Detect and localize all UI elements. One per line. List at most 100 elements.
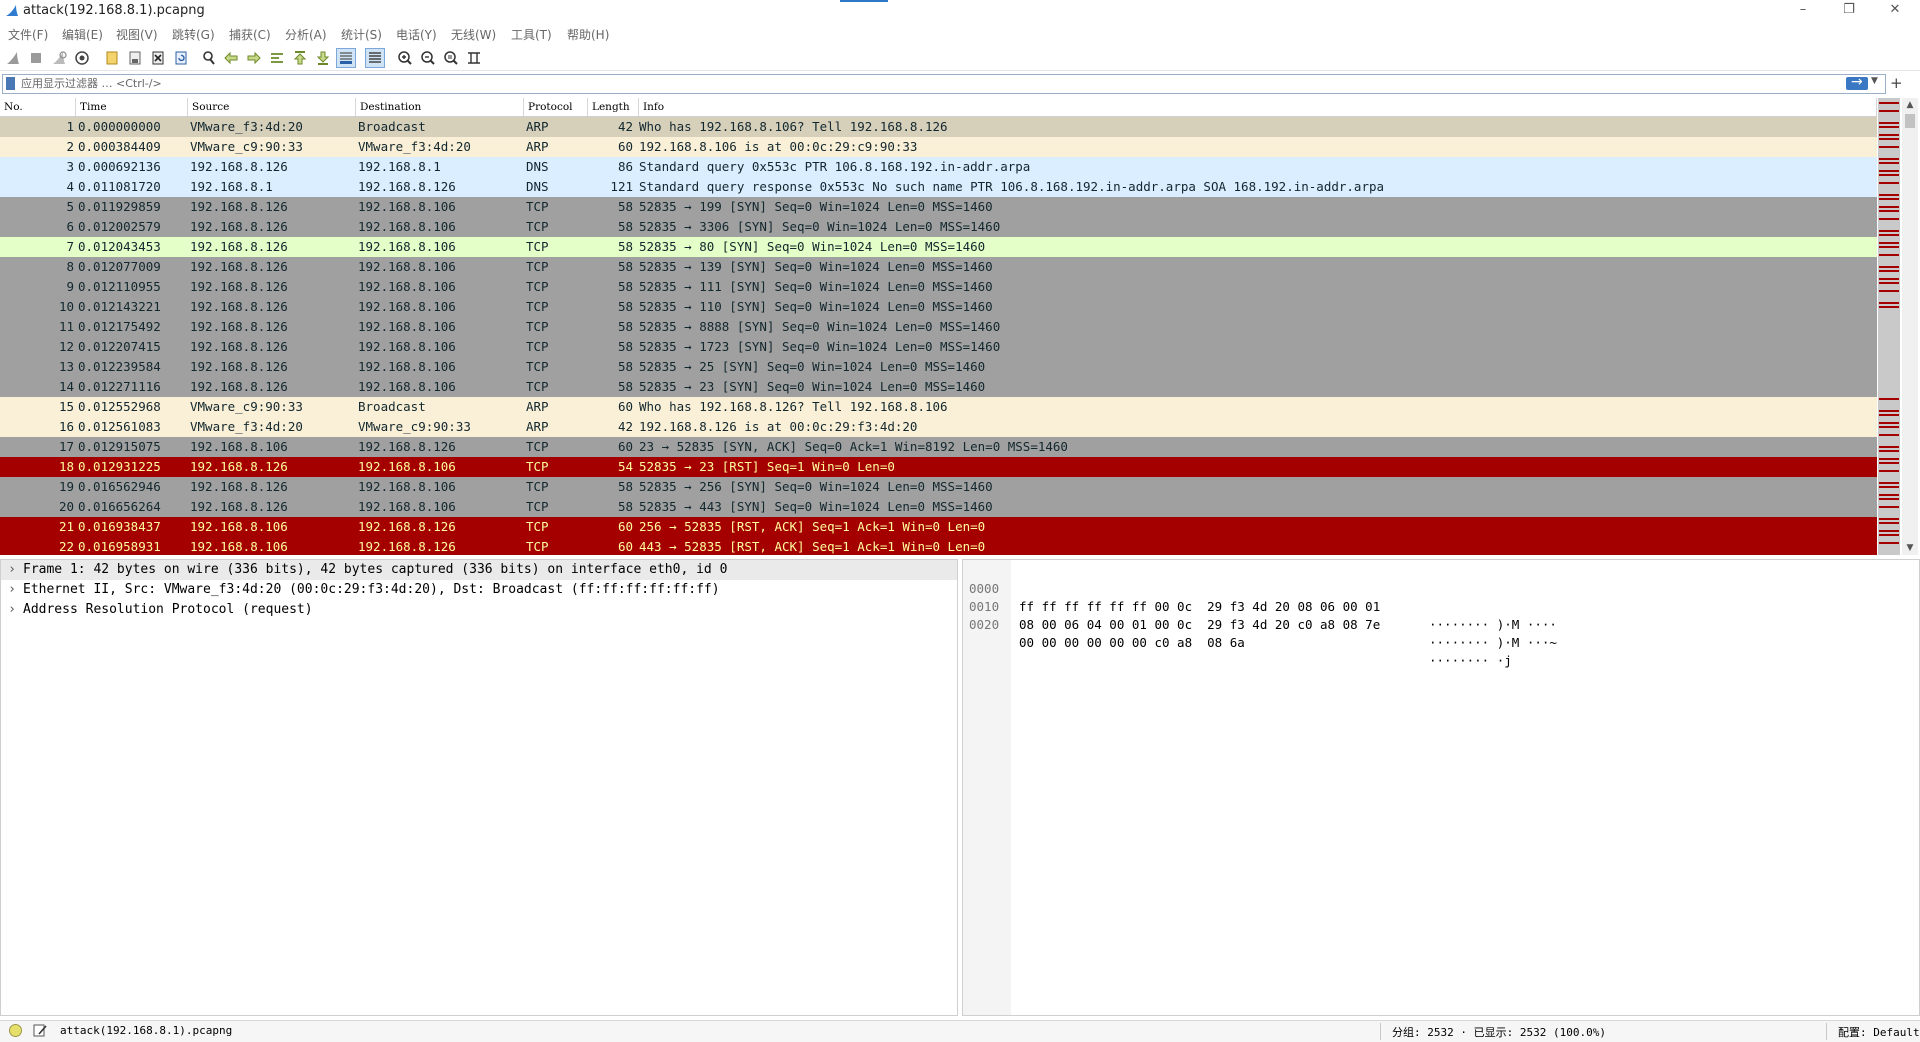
packet-row[interactable]: 17 0.012915075 192.168.8.106 192.168.8.126 T… (0, 437, 1877, 457)
packet-cell-src: 192.168.8.126 (190, 379, 288, 394)
packet-cell-info: 52835 → 23 [RST] Seq=1 Win=0 Len=0 (639, 459, 895, 474)
menu-view[interactable]: 视图(V) (116, 26, 158, 43)
packet-row[interactable]: 10 0.012143221 192.168.8.126 192.168.8.106 T… (0, 297, 1877, 317)
packet-row[interactable]: 2 0.000384409 VMware_c9:90:33 VMware_f3:4d:… (0, 137, 1877, 157)
chevron-right-icon[interactable]: › (1, 560, 23, 580)
column-header-info[interactable]: Info (639, 98, 1877, 116)
bytes-row[interactable]: 0010 08 00 06 04 00 01 00 0c 29 f3 4d 20… (963, 580, 1557, 650)
chevron-right-icon[interactable]: › (1, 600, 23, 620)
expert-info-icon[interactable] (9, 1024, 22, 1037)
chevron-down-icon[interactable]: ▼ (1871, 76, 1878, 86)
auto-scroll-icon[interactable] (336, 48, 356, 68)
menu-wireless[interactable]: 无线(W) (451, 26, 496, 43)
stop-capture-icon[interactable] (27, 49, 45, 67)
save-file-icon[interactable] (126, 49, 144, 67)
minimize-button[interactable]: – (1780, 0, 1826, 22)
status-bar: attack(192.168.8.1).pcapng 分组: 2532 · 已显… (0, 1020, 1920, 1042)
scroll-down-icon[interactable]: ▼ (1902, 541, 1918, 555)
detail-row-ethernet[interactable]: › Ethernet II, Src: VMware_f3:4d:20 (00:0… (1, 580, 957, 600)
go-forward-icon[interactable] (245, 49, 263, 67)
column-header-destination[interactable]: Destination (356, 98, 524, 116)
packet-row[interactable]: 13 0.012239584 192.168.8.126 192.168.8.106 T… (0, 357, 1877, 377)
capture-comment-icon[interactable] (32, 1023, 48, 1038)
packet-cell-dst: VMware_c9:90:33 (358, 419, 471, 434)
zoom-in-icon[interactable] (396, 49, 414, 67)
minimap-stripe (1879, 454, 1899, 456)
packet-row[interactable]: 21 0.016938437 192.168.8.106 192.168.8.126 T… (0, 517, 1877, 537)
packet-row[interactable]: 20 0.016656264 192.168.8.126 192.168.8.106 T… (0, 497, 1877, 517)
packet-minimap[interactable] (1878, 98, 1900, 555)
start-capture-icon[interactable] (4, 49, 22, 67)
first-packet-icon[interactable] (291, 49, 309, 67)
bytes-row[interactable]: 0000 ff ff ff ff ff ff 00 0c 29 f3 4d 20… (963, 562, 1557, 632)
packet-row[interactable]: 14 0.012271116 192.168.8.126 192.168.8.106 T… (0, 377, 1877, 397)
minimap-stripe (1879, 298, 1899, 300)
packet-row[interactable]: 1 0.000000000 VMware_f3:4d:20 Broadcast ARP 4… (0, 117, 1877, 137)
packet-cell-len: 58 (617, 339, 633, 354)
resize-columns-icon[interactable] (465, 49, 483, 67)
menu-help[interactable]: 帮助(H) (567, 26, 609, 43)
menu-capture[interactable]: 捕获(C) (229, 26, 271, 43)
capture-options-icon[interactable] (73, 49, 91, 67)
status-profile[interactable]: 配置: Default (1838, 1024, 1920, 1040)
detail-row-arp[interactable]: › Address Resolution Protocol (request) (1, 600, 957, 620)
packet-row[interactable]: 5 0.011929859 192.168.8.126 192.168.8.106 TC… (0, 197, 1877, 217)
packet-cell-no: 21 (58, 519, 74, 534)
packet-cell-info: 23 → 52835 [SYN, ACK] Seq=0 Ack=1 Win=81… (639, 439, 1068, 454)
normal-size-icon[interactable] (442, 49, 460, 67)
open-file-icon[interactable] (103, 49, 121, 67)
zoom-out-icon[interactable] (419, 49, 437, 67)
packet-cell-dst: 192.168.8.106 (358, 359, 456, 374)
menu-tools[interactable]: 工具(T) (511, 26, 552, 43)
column-header-time[interactable]: Time (76, 98, 188, 116)
packet-row[interactable]: 19 0.016562946 192.168.8.126 192.168.8.106 T… (0, 477, 1877, 497)
minimap-stripe (1879, 174, 1899, 176)
minimap-stripe (1879, 522, 1899, 524)
menu-telephony[interactable]: 电话(Y) (396, 26, 437, 43)
menu-go[interactable]: 跳转(G) (172, 26, 215, 43)
detail-row-frame[interactable]: › Frame 1: 42 bytes on wire (336 bits), 4… (1, 560, 957, 580)
reload-file-icon[interactable] (172, 49, 190, 67)
column-header-protocol[interactable]: Protocol (524, 98, 588, 116)
packet-cell-no: 9 (66, 279, 74, 294)
restart-capture-icon[interactable] (50, 49, 68, 67)
menu-analyze[interactable]: 分析(A) (285, 26, 327, 43)
scrollbar-thumb[interactable] (1905, 114, 1915, 128)
last-packet-icon[interactable] (314, 49, 332, 67)
column-header-source[interactable]: Source (188, 98, 356, 116)
packet-cell-dst: Broadcast (358, 119, 426, 134)
packet-row[interactable]: 22 0.016958931 192.168.8.106 192.168.8.126 T… (0, 537, 1877, 555)
packet-row[interactable]: 9 0.012110955 192.168.8.126 192.168.8.106 TC… (0, 277, 1877, 297)
packet-list-scrollbar[interactable]: ▲ ▼ (1902, 98, 1918, 555)
restore-button[interactable]: ❐ (1826, 0, 1872, 22)
close-file-icon[interactable] (149, 49, 167, 67)
scroll-up-icon[interactable]: ▲ (1902, 98, 1918, 112)
go-back-icon[interactable] (222, 49, 240, 67)
packet-row[interactable]: 12 0.012207415 192.168.8.126 192.168.8.106 T… (0, 337, 1877, 357)
bytes-row[interactable]: 0020 00 00 00 00 00 00 c0 a8 08 6a ·····… (963, 598, 1512, 668)
packet-row[interactable]: 16 0.012561083 VMware_f3:4d:20 VMware_c9:90… (0, 417, 1877, 437)
packet-row[interactable]: 3 0.000692136 192.168.8.126 192.168.8.1 DNS 8… (0, 157, 1877, 177)
packet-row[interactable]: 7 0.012043453 192.168.8.126 192.168.8.106 TC… (0, 237, 1877, 257)
apply-filter-icon[interactable] (1846, 74, 1868, 90)
packet-row[interactable]: 18 0.012931225 192.168.8.126 192.168.8.106 T… (0, 457, 1877, 477)
menu-file[interactable]: 文件(F) (8, 26, 48, 43)
packet-row[interactable]: 8 0.012077009 192.168.8.126 192.168.8.106 TC… (0, 257, 1877, 277)
menu-statistics[interactable]: 统计(S) (341, 26, 382, 43)
menu-edit[interactable]: 编辑(E) (62, 26, 103, 43)
column-header-length[interactable]: Length (588, 98, 639, 116)
minimap-stripe (1879, 122, 1899, 124)
display-filter-input[interactable] (21, 76, 1621, 91)
add-filter-button[interactable]: + (1890, 74, 1903, 92)
find-packet-icon[interactable] (200, 49, 218, 67)
packet-row[interactable]: 4 0.011081720 192.168.8.1 192.168.8.126 DNS 1… (0, 177, 1877, 197)
close-button[interactable]: ✕ (1872, 0, 1918, 22)
chevron-right-icon[interactable]: › (1, 580, 23, 600)
packet-row[interactable]: 6 0.012002579 192.168.8.126 192.168.8.106 TC… (0, 217, 1877, 237)
packet-row[interactable]: 11 0.012175492 192.168.8.126 192.168.8.106 T… (0, 317, 1877, 337)
colorize-icon[interactable] (365, 48, 385, 68)
column-header-no[interactable]: No. (0, 98, 76, 116)
bookmark-icon[interactable] (6, 77, 15, 90)
packet-row[interactable]: 15 0.012552968 VMware_c9:90:33 Broadcast ARP… (0, 397, 1877, 417)
go-to-packet-icon[interactable] (268, 49, 286, 67)
